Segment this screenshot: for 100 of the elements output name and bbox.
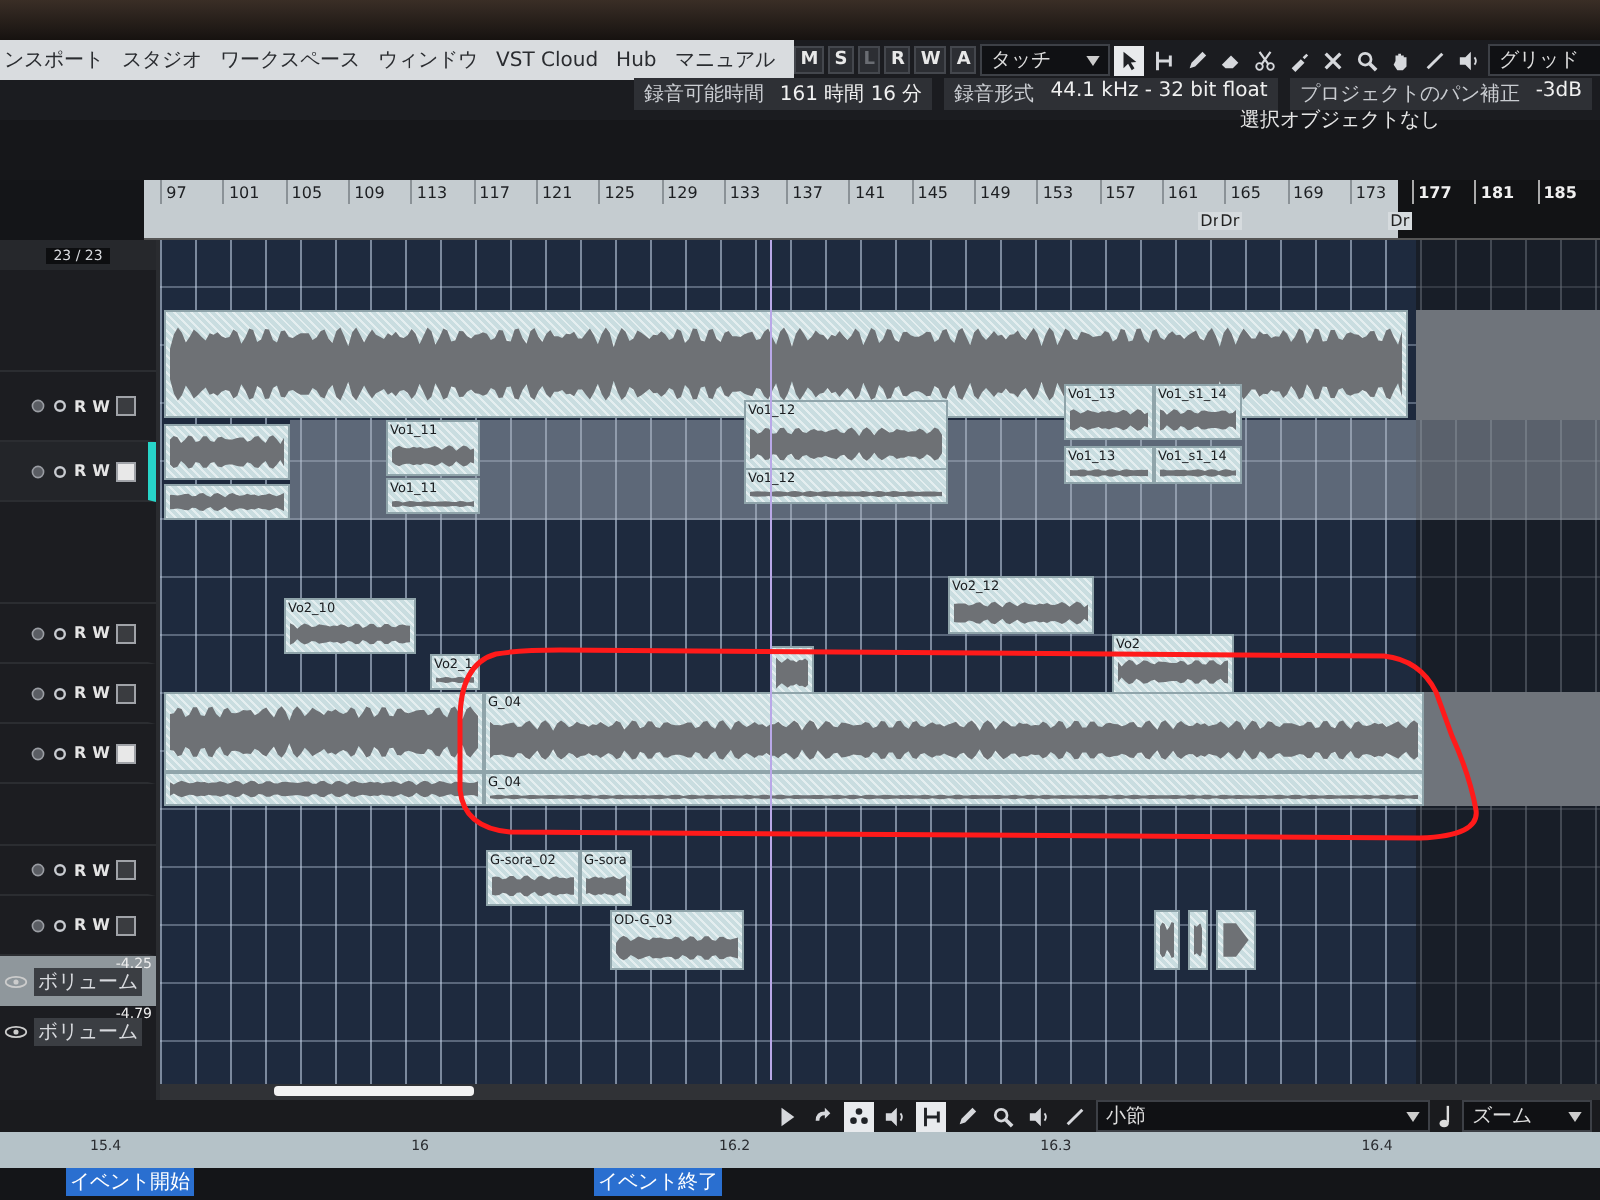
read-button[interactable]: R [74, 462, 87, 480]
range-bracket-icon [1152, 49, 1175, 71]
monitor-ring-icon[interactable] [52, 862, 68, 878]
tool-button[interactable] [916, 1101, 946, 1131]
edit-button[interactable] [116, 743, 136, 763]
waveform [1070, 468, 1148, 478]
speaker-icon [1458, 49, 1481, 71]
automation-mode-dropdown[interactable]: タッチ [980, 44, 1111, 76]
bar-number: 181 [1474, 180, 1538, 204]
audio-clip[interactable] [164, 424, 290, 480]
marker-label[interactable]: Dr [1218, 212, 1242, 230]
read-button[interactable]: R [74, 624, 87, 642]
bar-ruler[interactable]: 97 101 105 109 113 117 121 125 129 133 137 141 145 149 153 157 161 165 169 173 177 181 185 DrDr Dr [144, 180, 1600, 240]
read-button[interactable]: R [74, 397, 87, 415]
line-icon [1064, 1105, 1086, 1127]
record-dot-icon[interactable] [30, 745, 46, 761]
menu-item[interactable]: ンスポート [4, 46, 104, 74]
play-icon [776, 1105, 798, 1127]
write-button[interactable]: W [92, 684, 110, 702]
monitor-ring-icon[interactable] [52, 685, 68, 701]
menu-item[interactable]: Hub [616, 49, 657, 71]
edit-button[interactable] [116, 623, 136, 643]
info-label: 録音可能時間 [643, 81, 764, 108]
monitor-ring-icon[interactable] [52, 917, 68, 933]
info-value: 44.1 kHz - 32 bit float [1050, 80, 1268, 106]
automation-mode-button[interactable]: M [794, 46, 825, 74]
cycle-arrow-icon [812, 1105, 834, 1127]
monitor-ring-icon[interactable] [52, 625, 68, 641]
pencil-icon [956, 1105, 978, 1127]
bar-number: 125 [598, 180, 662, 204]
menu-item[interactable]: ワークスペース [220, 46, 360, 74]
write-button[interactable]: W [92, 916, 110, 934]
monitor-ring-icon[interactable] [52, 463, 68, 479]
read-button[interactable]: R [74, 744, 87, 762]
track-header[interactable]: R W [0, 724, 156, 784]
waveform [492, 872, 574, 900]
grid-dropdown[interactable]: グリッド [1488, 44, 1600, 76]
bar-number: 153 [1036, 180, 1100, 204]
audio-clip[interactable] [1188, 910, 1208, 970]
parameter-dropdown[interactable]: ボリューム [34, 967, 142, 995]
audio-clip[interactable] [164, 484, 290, 520]
bar-number: 121 [535, 180, 599, 204]
edit-button[interactable] [116, 683, 136, 703]
read-button[interactable]: R [74, 916, 87, 934]
track-header[interactable]: R W [0, 604, 156, 664]
record-dot-icon[interactable] [30, 398, 46, 414]
eye-icon[interactable] [4, 1023, 28, 1039]
bar-number: 101 [222, 180, 286, 204]
write-button[interactable]: W [92, 744, 110, 762]
menu-item[interactable]: スタジオ [122, 46, 202, 74]
event-marker[interactable]: イベント終了 [594, 1168, 722, 1196]
marker-label[interactable]: Dr [1388, 212, 1412, 230]
edit-button[interactable] [116, 915, 136, 935]
record-dot-icon[interactable] [30, 463, 46, 479]
write-button[interactable]: W [92, 624, 110, 642]
edit-button[interactable] [116, 461, 136, 481]
bar-number: 173 [1349, 180, 1413, 204]
record-dot-icon[interactable] [30, 685, 46, 701]
record-dot-icon[interactable] [30, 625, 46, 641]
bar-number: 129 [661, 180, 724, 204]
menu-item[interactable]: VST Cloud [496, 49, 599, 71]
write-button[interactable]: W [92, 397, 110, 415]
audio-clip[interactable] [1216, 910, 1256, 970]
scrollbar-thumb[interactable] [274, 1086, 474, 1096]
monitor-ring-icon[interactable] [52, 745, 68, 761]
automation-mode-button[interactable]: A [950, 46, 977, 74]
event-marker[interactable]: イベント開始 [66, 1168, 194, 1196]
info-value: -3dB [1535, 80, 1582, 106]
audio-clip[interactable] [164, 772, 484, 806]
menu-item[interactable]: マニュアル [674, 46, 775, 74]
parameter-dropdown[interactable]: ボリューム [34, 1017, 142, 1045]
automation-mode-button[interactable]: W [914, 46, 947, 74]
quantize-dropdown[interactable]: 小節 [1096, 1100, 1430, 1132]
write-button[interactable]: W [92, 462, 110, 480]
automation-mode-button[interactable]: S [828, 46, 854, 74]
track-header[interactable]: R W [0, 846, 156, 896]
tool-button[interactable] [844, 1101, 874, 1131]
waveform [616, 932, 738, 964]
record-dot-icon[interactable] [30, 917, 46, 933]
tool-button[interactable] [1250, 45, 1281, 75]
waveform [1160, 468, 1236, 478]
zoom-dropdown[interactable]: ズーム [1462, 1100, 1592, 1132]
audio-clip[interactable] [1154, 910, 1180, 970]
selection-status: 選択オブジェクトなし [1240, 107, 1440, 134]
bar-number: 161 [1161, 180, 1225, 204]
tool-button[interactable] [1114, 45, 1145, 75]
record-dot-icon[interactable] [30, 862, 46, 878]
read-button[interactable]: R [74, 861, 87, 879]
monitor-ring-icon[interactable] [52, 398, 68, 414]
bar-number: 145 [911, 180, 975, 204]
track-header[interactable]: R W [0, 442, 156, 502]
track-header[interactable]: R W [0, 664, 156, 724]
bar-number: 105 [285, 180, 349, 204]
bar-number: 109 [348, 180, 411, 204]
info-value: 161 時間 16 分 [779, 81, 923, 108]
menu-item[interactable]: ウィンドウ [378, 46, 478, 74]
write-button[interactable]: W [92, 861, 110, 879]
automation-mode-button[interactable]: R [884, 46, 911, 74]
read-button[interactable]: R [74, 684, 87, 702]
caret-icon [1086, 55, 1101, 65]
